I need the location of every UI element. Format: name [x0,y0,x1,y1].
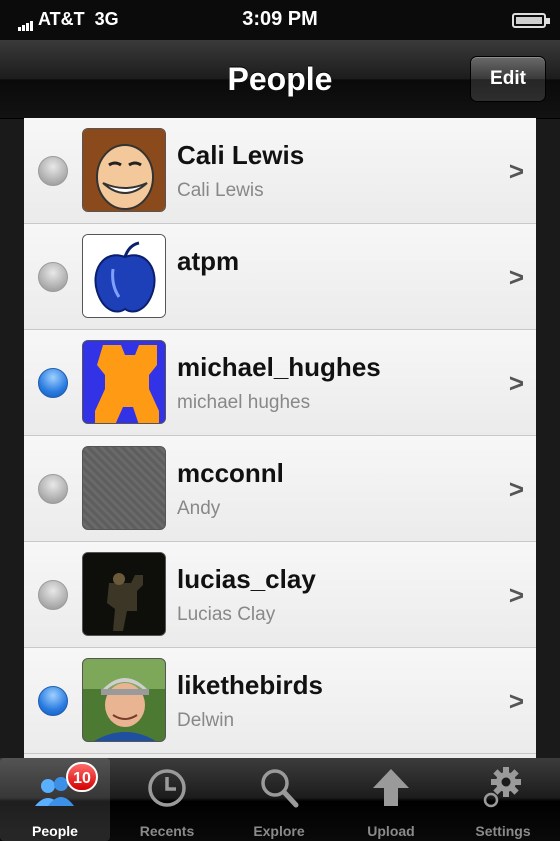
selection-radio[interactable] [38,262,68,292]
status-bar: AT&T 3G 3:09 PM [0,0,560,40]
blue-apple-avatar-icon [83,235,165,317]
list-item[interactable]: likethebirds Delwin > [24,648,536,754]
list-item[interactable]: lucias_clay Lucias Clay > [24,542,536,648]
search-icon [261,769,299,808]
tab-settings[interactable]: Settings [448,758,558,841]
dark-portrait-avatar-icon [83,553,165,635]
list-item[interactable]: michael_hughes michael hughes > [24,330,536,436]
edit-button[interactable]: Edit [470,56,546,102]
navigation-bar: People Edit [0,40,560,119]
tab-label: Recents [139,823,195,839]
person-username: likethebirds [177,670,323,700]
avatar [82,552,166,636]
clock-icon [148,769,186,807]
person-fullname: Lucias Clay [177,604,276,625]
selection-radio[interactable] [38,580,68,610]
phone-screen: AT&T 3G 3:09 PM People Edit Cali Lewis C… [0,0,560,841]
avatar [82,128,166,212]
people-list: Cali Lewis Cali Lewis > atpm > michael_h… [24,118,536,758]
person-fullname: Cali Lewis [177,180,264,201]
chevron-right-icon: > [508,156,524,186]
person-fullname: Andy [177,498,221,519]
avatar [82,446,166,530]
tab-explore[interactable]: Explore [224,758,334,841]
person-fullname: Delwin [177,710,235,731]
tab-bar: 10 People Recents Explore Upload Setting… [0,758,560,841]
selection-radio[interactable] [38,368,68,398]
chevron-right-icon: > [508,262,524,292]
avatar [82,658,166,742]
tab-label: Settings [475,823,531,839]
list-item[interactable]: Cali Lewis Cali Lewis > [24,118,536,224]
person-username: atpm [177,246,240,276]
avatar [82,234,166,318]
status-time: 3:09 PM [242,8,318,30]
battery-icon [512,13,550,28]
selection-radio[interactable] [38,686,68,716]
person-fullname: michael hughes [177,392,311,413]
list-item[interactable]: atpm > [24,224,536,330]
notification-badge: 10 [66,762,98,792]
person-username: Cali Lewis [177,140,305,170]
avatar [82,340,166,424]
selection-radio[interactable] [38,474,68,504]
selection-radio[interactable] [38,156,68,186]
chevron-right-icon: > [508,368,524,398]
chevron-right-icon: > [508,474,524,504]
person-username: mcconnl [177,458,284,488]
chevron-right-icon: > [508,686,524,716]
man-with-cap-avatar-icon [83,659,165,741]
orange-figure-avatar-icon [83,341,165,423]
tab-upload[interactable]: Upload [336,758,446,841]
person-username: lucias_clay [177,564,316,594]
tab-label: Upload [367,823,415,839]
tab-label: People [32,823,78,839]
tab-recents[interactable]: Recents [112,758,222,841]
gear-icon [483,767,521,808]
chevron-right-icon: > [508,580,524,610]
tab-people[interactable]: 10 People [0,758,110,841]
cartoon-face-avatar-icon [83,129,165,211]
person-username: michael_hughes [177,352,381,382]
upload-arrow-icon [373,769,409,806]
tab-label: Explore [253,823,305,839]
list-item[interactable]: mcconnl Andy > [24,436,536,542]
